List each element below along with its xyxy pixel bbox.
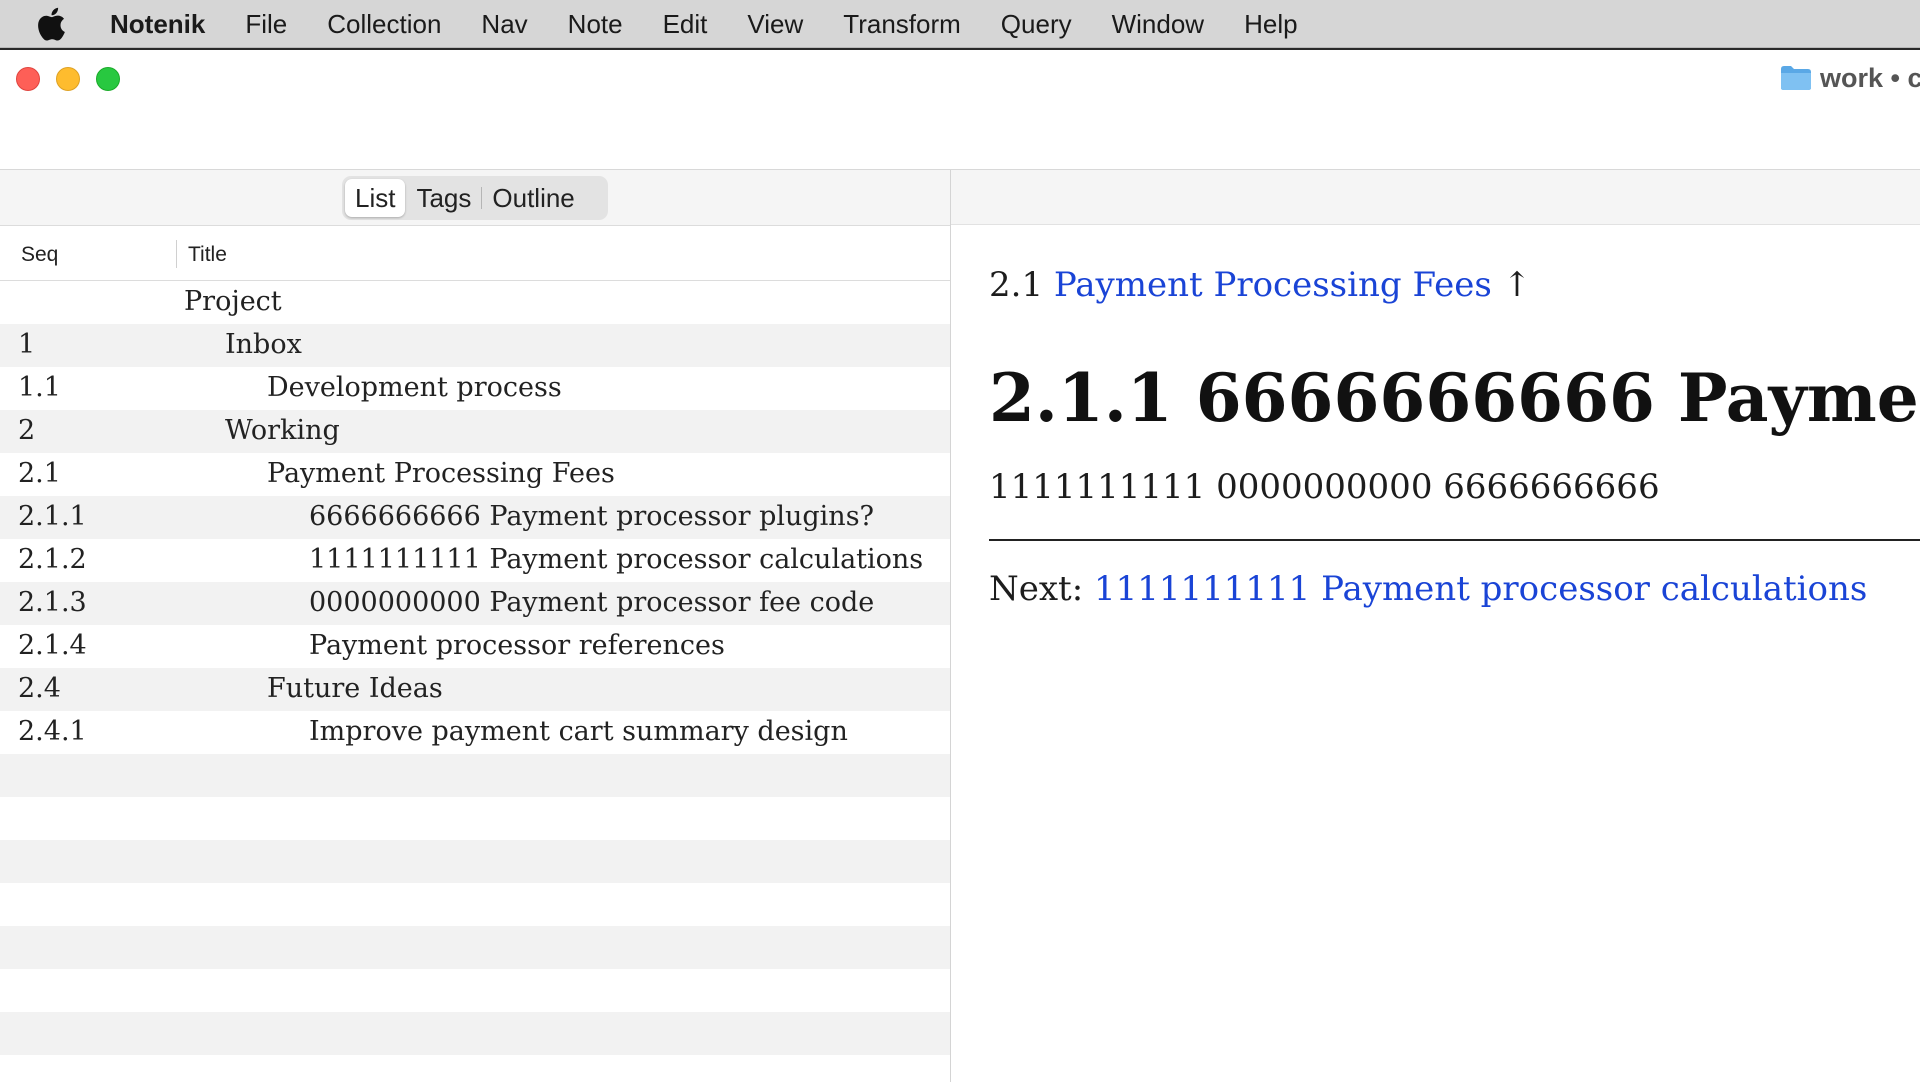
parent-link[interactable]: Payment Processing Fees (1054, 265, 1492, 305)
minimize-button[interactable] (56, 67, 80, 91)
parent-seq: 2.1 (989, 265, 1044, 305)
empty-row (0, 1012, 950, 1055)
zoom-button[interactable] (96, 67, 120, 91)
table-row[interactable]: Project (0, 281, 950, 324)
column-header-seq[interactable]: Seq (21, 243, 58, 267)
table-row[interactable]: 2.1.3 0000000000 Payment processor fee co… (0, 582, 950, 625)
note-list-pane: List Tags Outline Seq Title Project 1 Inb… (0, 170, 951, 1082)
table-row[interactable]: 2.1 Payment Processing Fees (0, 453, 950, 496)
menu-query[interactable]: Query (981, 0, 1092, 48)
menu-help[interactable]: Help (1224, 0, 1317, 48)
table-row[interactable]: 2 Working (0, 410, 950, 453)
menu-file[interactable]: File (225, 0, 307, 48)
row-seq: 2.1.4 (18, 630, 87, 661)
empty-row (0, 1055, 950, 1082)
table-row[interactable]: 2.4 Future Ideas (0, 668, 950, 711)
next-note: Next: 1111111111 Payment processor calcu… (989, 569, 1920, 609)
table-row[interactable]: 1.1 Development process (0, 367, 950, 410)
note-table: Seq Title Project 1 Inbox 1.1 Development … (0, 225, 950, 1082)
row-seq: 2.1.2 (18, 544, 87, 575)
title-bar: work • c (0, 50, 1920, 170)
table-row[interactable]: 2.1.1 6666666666 Payment processor plugin… (0, 496, 950, 539)
row-title: Future Ideas (267, 673, 443, 704)
row-title: Development process (267, 372, 562, 403)
empty-row (0, 883, 950, 926)
empty-row (0, 754, 950, 797)
close-button[interactable] (16, 67, 40, 91)
row-title: 1111111111 Payment processor calculation… (309, 544, 924, 575)
row-seq: 2.1.3 (18, 587, 87, 618)
empty-row (0, 840, 950, 883)
table-row[interactable]: 2.1.4 Payment processor references (0, 625, 950, 668)
row-title: Improve payment cart summary design (309, 716, 848, 747)
table-header: Seq Title (0, 225, 950, 281)
menu-window[interactable]: Window (1092, 0, 1224, 48)
row-seq: 2.4 (18, 673, 61, 704)
note-title: 2.1.1 6666666666 Payment processor plugi… (989, 359, 1920, 437)
column-header-title[interactable]: Title (188, 243, 227, 267)
folder-icon (1781, 66, 1811, 90)
menu-edit[interactable]: Edit (643, 0, 728, 48)
next-label: Next: (989, 569, 1084, 609)
menu-transform[interactable]: Transform (823, 0, 981, 48)
menu-bar: Notenik File Collection Nav Note Edit Vi… (0, 0, 1920, 48)
view-mode-segmented-control: List Tags Outline (342, 176, 608, 220)
note-display-pane: 2.1 Payment Processing Fees ↑ 2.1.1 6666… (951, 170, 1920, 1082)
row-title: Working (225, 415, 340, 446)
empty-row (0, 926, 950, 969)
menu-app-name[interactable]: Notenik (110, 0, 225, 48)
next-note-link[interactable]: 1111111111 Payment processor calculation… (1094, 569, 1867, 609)
row-seq: 2 (18, 415, 36, 446)
row-title: 0000000000 Payment processor fee code (309, 587, 875, 618)
menu-nav[interactable]: Nav (461, 0, 547, 48)
menu-note[interactable]: Note (548, 0, 643, 48)
row-seq: 2.4.1 (18, 716, 87, 747)
row-seq: 1 (18, 329, 36, 360)
note-body: 1111111111 0000000000 6666666666 (989, 467, 1660, 507)
table-body: Project 1 Inbox 1.1 Development process 2 W… (0, 281, 950, 1082)
divider (989, 539, 1920, 541)
column-divider[interactable] (176, 240, 177, 268)
main-window: work • c List Tags Outline Seq Title Pro… (0, 48, 1920, 1082)
display-toolbar (951, 170, 1920, 225)
apple-icon[interactable] (36, 0, 80, 48)
empty-row (0, 969, 950, 1012)
table-row[interactable]: 2.1.2 1111111111 Payment processor calcul… (0, 539, 950, 582)
up-arrow-icon[interactable]: ↑ (1503, 265, 1532, 305)
menu-collection[interactable]: Collection (307, 0, 461, 48)
row-title: Inbox (225, 329, 302, 360)
tab-outline[interactable]: Outline (482, 179, 584, 217)
parent-breadcrumb: 2.1 Payment Processing Fees ↑ (989, 265, 1920, 305)
table-row[interactable]: 1 Inbox (0, 324, 950, 367)
row-title: Project (184, 286, 282, 317)
menu-view[interactable]: View (727, 0, 823, 48)
row-title: Payment Processing Fees (267, 458, 615, 489)
row-seq: 2.1.1 (18, 501, 87, 532)
tab-tags[interactable]: Tags (406, 179, 481, 217)
row-title: 6666666666 Payment processor plugins? (309, 501, 875, 532)
row-seq: 1.1 (18, 372, 61, 403)
window-title-text: work • c (1820, 62, 1920, 93)
tab-list[interactable]: List (345, 179, 406, 217)
row-title: Payment processor references (309, 630, 725, 661)
row-seq: 2.1 (18, 458, 61, 489)
empty-row (0, 797, 950, 840)
note-content: 2.1 Payment Processing Fees ↑ 2.1.1 6666… (989, 265, 1920, 609)
window-title: work • c (1780, 58, 1920, 98)
table-row[interactable]: 2.4.1 Improve payment cart summary design (0, 711, 950, 754)
